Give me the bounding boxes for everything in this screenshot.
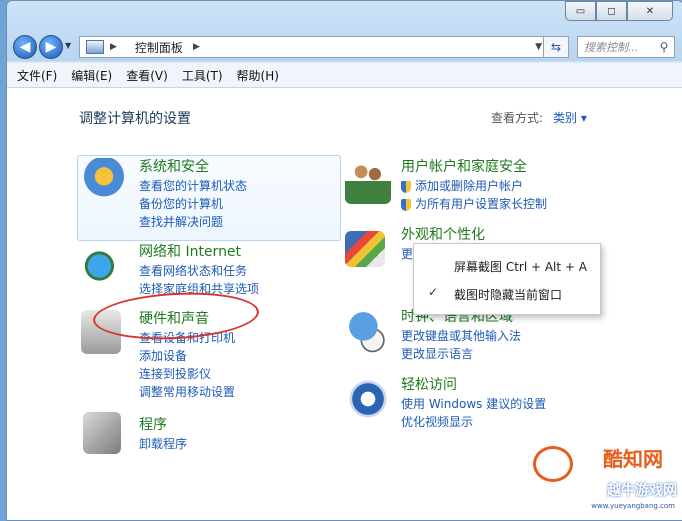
menu-edit[interactable]: 编辑(E) — [71, 67, 112, 84]
history-dropdown-icon[interactable]: ▼ — [65, 41, 71, 50]
control-panel-icon — [86, 40, 104, 54]
category-system-security: 系统和安全 查看您的计算机状态 备份您的计算机 查找并解决问题 — [139, 156, 247, 230]
category-title-appearance[interactable]: 外观和个性化 — [401, 224, 485, 244]
globe-network-icon — [81, 243, 127, 289]
breadcrumb-chevron-icon[interactable]: ▶ — [110, 42, 117, 52]
link-network-status[interactable]: 查看网络状态和任务 — [139, 264, 259, 279]
category-title-ease[interactable]: 轻松访问 — [401, 374, 546, 394]
checkmark-icon: ✓ — [428, 285, 439, 299]
ease-of-access-icon — [345, 376, 391, 422]
search-icon[interactable]: ⚲ — [654, 40, 674, 54]
users-icon — [345, 158, 391, 204]
category-network: 网络和 Internet 查看网络状态和任务 选择家庭组和共享选项 — [139, 241, 259, 297]
breadcrumb-chevron-icon[interactable]: ▶ — [193, 42, 200, 52]
watermark-logo-icon — [533, 446, 573, 482]
navigation-bar: ◀ ▶ ▼ ▶ 控制面板 ▶ ▼ ⇆ 搜索控制... ⚲ — [7, 27, 682, 63]
category-title-system[interactable]: 系统和安全 — [139, 156, 247, 176]
category-title-network[interactable]: 网络和 Internet — [139, 241, 259, 261]
link-projector[interactable]: 连接到投影仪 — [139, 367, 235, 382]
category-title-users[interactable]: 用户帐户和家庭安全 — [401, 156, 547, 176]
uac-shield-icon — [401, 180, 411, 193]
control-panel-window: ▭ ◻ ✕ ◀ ▶ ▼ ▶ 控制面板 ▶ ▼ ⇆ 搜索控制... ⚲ 文件(F)… — [6, 0, 682, 521]
watermark-site: 越牛游戏网 — [607, 483, 677, 499]
link-backup[interactable]: 备份您的计算机 — [139, 197, 247, 212]
watermark-brand: 酷知网 — [603, 447, 663, 471]
caption-buttons: ▭ ◻ ✕ — [565, 1, 673, 21]
back-arrow-icon[interactable]: ◀ — [13, 35, 37, 59]
link-keyboard-input[interactable]: 更改键盘或其他输入法 — [401, 329, 521, 344]
category-title-programs[interactable]: 程序 — [139, 414, 187, 434]
link-add-device[interactable]: 添加设备 — [139, 349, 235, 364]
menu-item-screenshot[interactable]: 屏幕截图 Ctrl + Alt + A — [454, 258, 587, 275]
close-button[interactable]: ✕ — [627, 1, 673, 21]
link-uninstall[interactable]: 卸载程序 — [139, 437, 187, 452]
menu-tools[interactable]: 工具(T) — [182, 67, 223, 84]
clock-globe-icon — [345, 308, 391, 354]
link-troubleshoot[interactable]: 查找并解决问题 — [139, 215, 247, 230]
category-user-accounts: 用户帐户和家庭安全 添加或删除用户帐户 为所有用户设置家长控制 — [401, 156, 547, 212]
appearance-monitor-icon — [345, 231, 385, 267]
breadcrumb-control-panel[interactable]: 控制面板 — [135, 39, 183, 56]
refresh-icon[interactable]: ⇆ — [543, 36, 569, 58]
menu-bar: 文件(F) 编辑(E) 查看(V) 工具(T) 帮助(H) — [7, 63, 682, 88]
search-box[interactable]: 搜索控制... ⚲ — [577, 36, 675, 58]
link-check-status[interactable]: 查看您的计算机状态 — [139, 179, 247, 194]
shield-icon — [81, 158, 127, 204]
minimize-button[interactable]: ▭ — [565, 1, 596, 21]
menu-view[interactable]: 查看(V) — [126, 67, 168, 84]
link-windows-suggested[interactable]: 使用 Windows 建议的设置 — [401, 397, 546, 412]
view-by-label: 查看方式: — [491, 111, 544, 125]
maximize-button[interactable]: ◻ — [596, 1, 627, 21]
programs-disc-icon — [83, 412, 121, 454]
menu-item-hide-window[interactable]: 截图时隐藏当前窗口 — [454, 286, 562, 303]
link-parental-controls[interactable]: 为所有用户设置家长控制 — [401, 197, 547, 212]
menu-file[interactable]: 文件(F) — [17, 67, 57, 84]
address-dropdown-icon[interactable]: ▼ — [535, 42, 542, 52]
link-mobility[interactable]: 调整常用移动设置 — [139, 385, 235, 400]
category-ease-of-access: 轻松访问 使用 Windows 建议的设置 优化视频显示 — [401, 374, 546, 430]
link-optimize-display[interactable]: 优化视频显示 — [401, 415, 546, 430]
forward-arrow-icon[interactable]: ▶ — [39, 35, 63, 59]
menu-help[interactable]: 帮助(H) — [237, 67, 279, 84]
watermark-url: www.yueyangbang.com — [591, 502, 675, 510]
view-by-dropdown[interactable]: 类别 ▾ — [553, 109, 587, 126]
page-title: 调整计算机的设置 — [79, 111, 191, 127]
main-content: 调整计算机的设置 查看方式: 类别 ▾ 系统和安全 查看您的计算机状态 备份您的… — [7, 88, 682, 520]
uac-shield-icon — [401, 198, 411, 211]
link-add-remove-accounts[interactable]: 添加或删除用户帐户 — [401, 179, 547, 194]
link-display-language[interactable]: 更改显示语言 — [401, 347, 521, 362]
search-input[interactable]: 搜索控制... — [584, 39, 654, 55]
category-programs: 程序 卸载程序 — [139, 414, 187, 452]
address-bar[interactable]: ▶ 控制面板 ▶ ▼ — [79, 36, 547, 58]
screenshot-context-menu: 屏幕截图 Ctrl + Alt + A ✓ 截图时隐藏当前窗口 — [413, 243, 601, 315]
